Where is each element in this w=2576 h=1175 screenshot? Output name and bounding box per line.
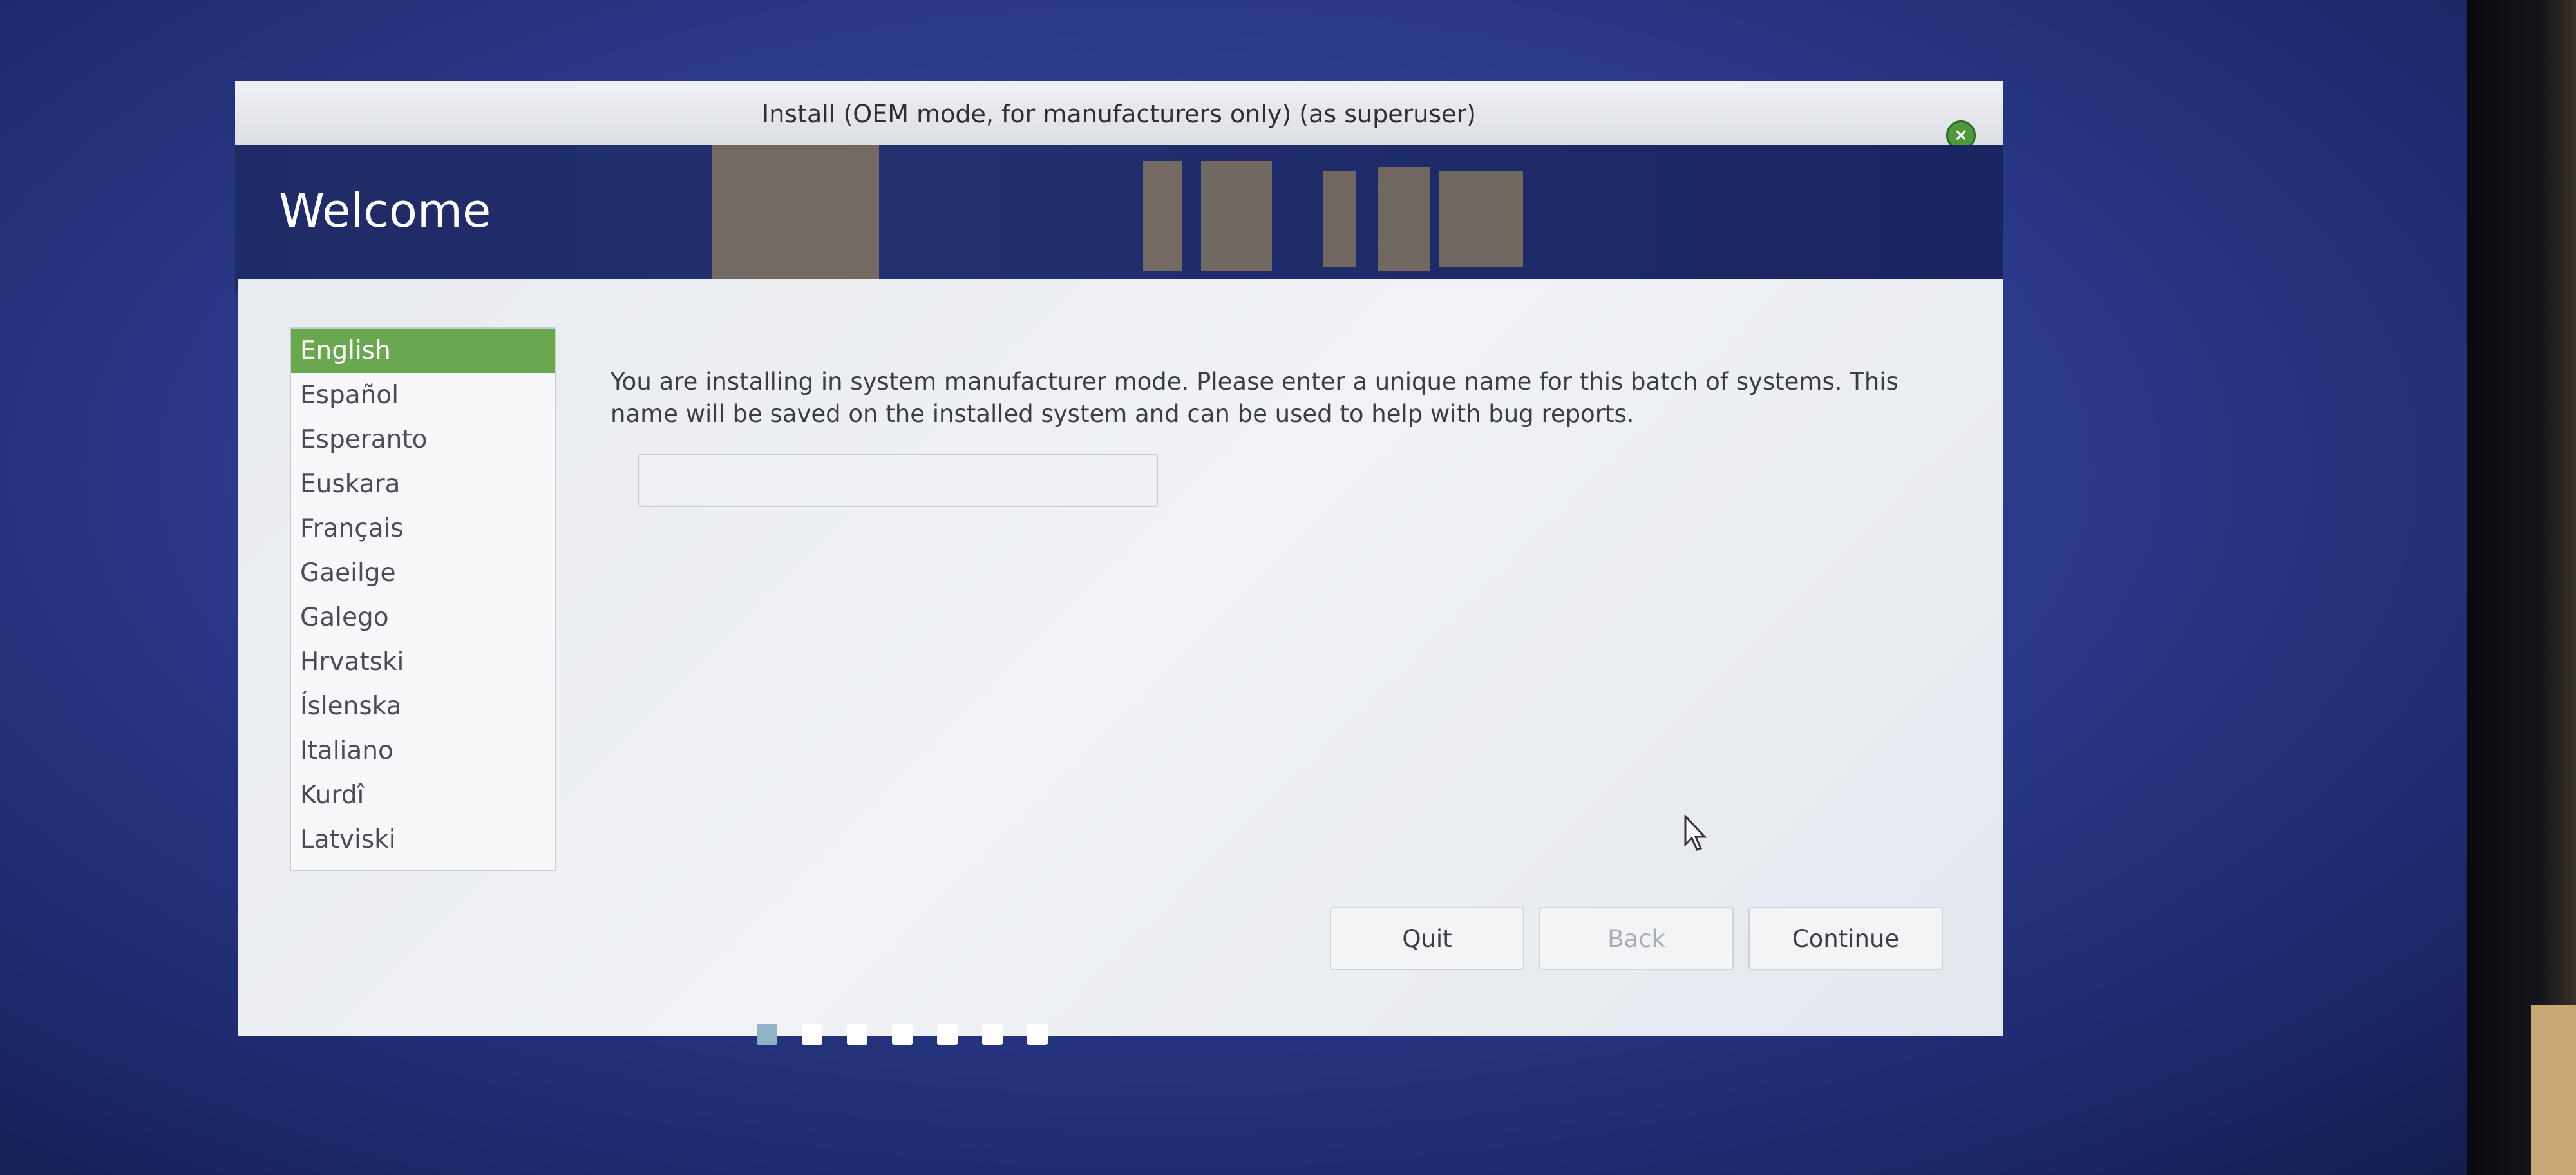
language-item[interactable]: Italiano [291,729,555,773]
banner-background-image [1143,161,1182,271]
header-banner: Welcome [235,145,2003,293]
mouse-pointer-icon [1684,815,1707,851]
content-area: English Español Esperanto Euskara Français Ga… [238,279,2003,1036]
page-title: Welcome [279,184,491,238]
language-item[interactable]: Latviski [291,817,555,862]
continue-button[interactable]: Continue [1748,907,1943,970]
progress-step-dot [937,1024,958,1045]
desk-background [2531,1005,2576,1175]
installer-window: Install (OEM mode, for manufacturers onl… [235,81,2003,1175]
language-list[interactable]: English Español Esperanto Euskara Français Ga… [290,327,556,871]
progress-step-dot [1027,1024,1048,1045]
banner-background-image [1201,161,1272,271]
language-item[interactable]: Français [291,506,555,551]
progress-step-dot [847,1024,867,1045]
language-item[interactable]: English [291,329,555,373]
banner-background-image [1323,171,1356,267]
back-button[interactable]: Back [1539,907,1734,970]
step-progress-indicator [757,1024,1072,1047]
language-item[interactable]: Kurdî [291,773,555,817]
language-item[interactable]: Español [291,373,555,417]
banner-background-image [1378,167,1430,271]
language-item[interactable]: Íslenska [291,684,555,729]
progress-step-dot [757,1024,777,1045]
quit-button[interactable]: Quit [1330,907,1524,970]
banner-background-image [712,145,879,280]
language-item[interactable]: Gaeilge [291,551,555,595]
language-item[interactable]: Hrvatski [291,640,555,684]
batch-name-input[interactable] [638,454,1158,507]
instruction-text: You are installing in system manufacture… [611,368,1899,428]
language-item[interactable]: Galego [291,595,555,640]
progress-step-dot [892,1024,913,1045]
language-item[interactable]: Esperanto [291,417,555,462]
monitor-bezel [2467,0,2576,1175]
banner-background-image [1439,171,1523,267]
progress-step-dot [982,1024,1003,1045]
window-title: Install (OEM mode, for manufacturers onl… [762,100,1476,128]
language-item[interactable]: Euskara [291,462,555,506]
title-bar: Install (OEM mode, for manufacturers onl… [235,81,2003,150]
progress-step-dot [802,1024,822,1045]
